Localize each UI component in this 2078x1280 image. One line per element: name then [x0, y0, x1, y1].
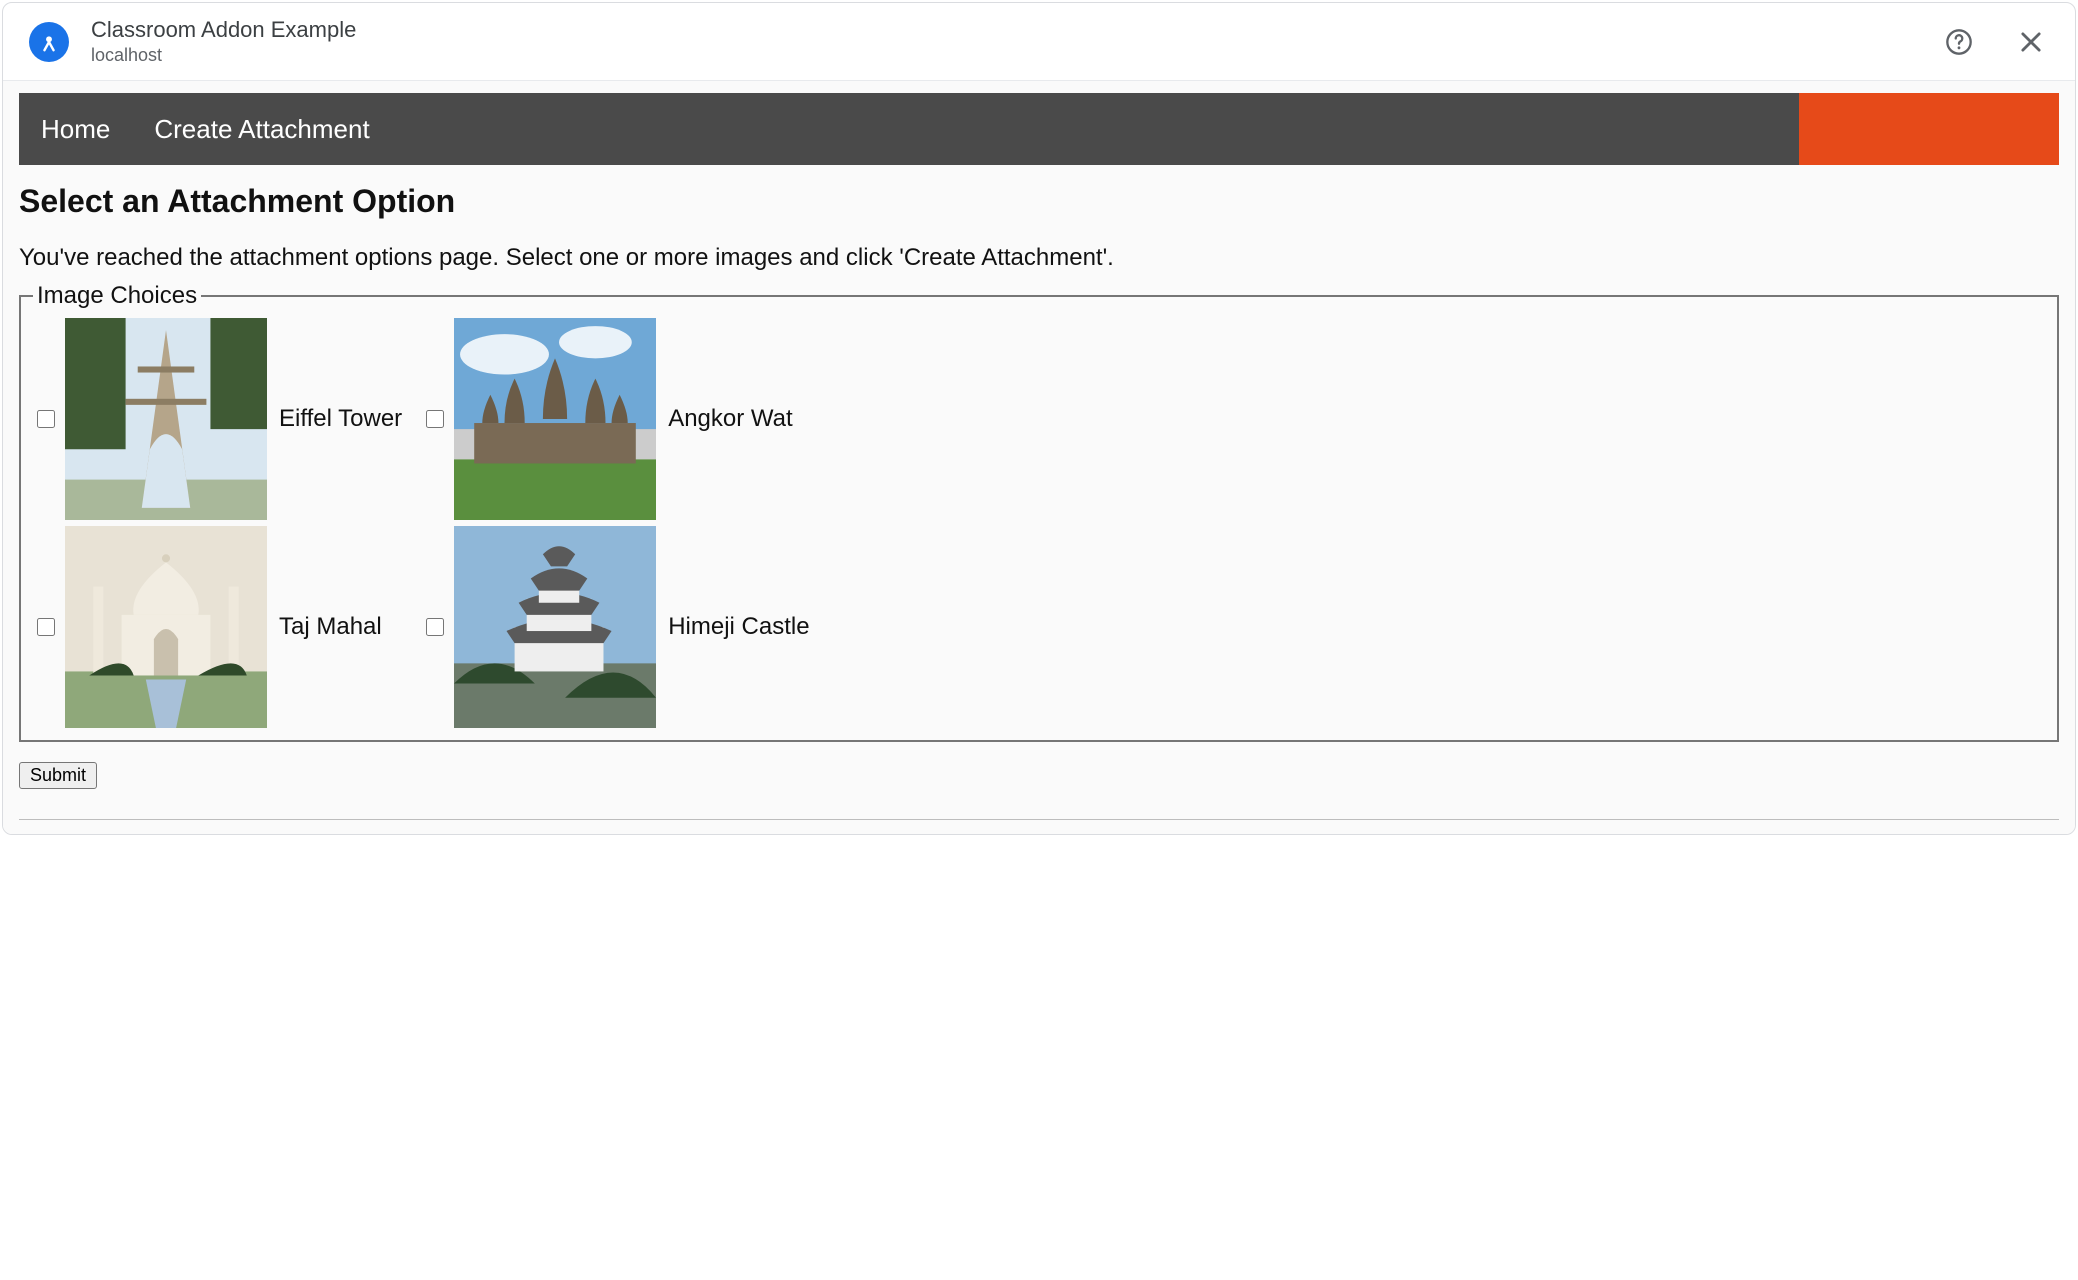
addon-dialog: Classroom Addon Example localhost Home [2, 2, 2076, 835]
help-button[interactable] [1941, 24, 1977, 60]
choice-eiffel-tower[interactable]: Eiffel Tower [33, 318, 402, 520]
choice-label: Taj Mahal [279, 613, 382, 641]
nav-left: Home Create Attachment [19, 93, 392, 165]
nav-create-attachment[interactable]: Create Attachment [132, 93, 391, 165]
page-title: Select an Attachment Option [19, 183, 2059, 220]
app-title: Classroom Addon Example [91, 17, 1941, 43]
dialog-header: Classroom Addon Example localhost [3, 3, 2075, 81]
thumbnail-taj-mahal [65, 526, 267, 728]
checkbox-taj-mahal[interactable] [37, 618, 55, 636]
close-icon [2017, 28, 2045, 56]
thumbnail-himeji-castle [454, 526, 656, 728]
choice-label: Angkor Wat [668, 405, 793, 433]
choice-taj-mahal[interactable]: Taj Mahal [33, 526, 402, 728]
app-icon [29, 22, 69, 62]
app-subtitle: localhost [91, 45, 1941, 66]
choice-himeji-castle[interactable]: Himeji Castle [422, 526, 809, 728]
image-choices-fieldset: Image Choices [19, 282, 2059, 742]
choice-angkor-wat[interactable]: Angkor Wat [422, 318, 809, 520]
header-text: Classroom Addon Example localhost [91, 17, 1941, 66]
choices-grid: Eiffel Tower [33, 318, 2045, 728]
thumbnail-angkor-wat [454, 318, 656, 520]
fieldset-legend: Image Choices [33, 282, 201, 310]
nav-accent [1799, 93, 2059, 165]
page-description: You've reached the attachment options pa… [19, 244, 2059, 272]
choice-label: Himeji Castle [668, 613, 809, 641]
navbar: Home Create Attachment [19, 93, 2059, 165]
nav-home[interactable]: Home [19, 93, 132, 165]
thumbnail-eiffel-tower [65, 318, 267, 520]
choice-label: Eiffel Tower [279, 405, 402, 433]
checkbox-himeji-castle[interactable] [426, 618, 444, 636]
help-icon [1945, 28, 1973, 56]
nav-spacer [392, 93, 1799, 165]
checkbox-eiffel-tower[interactable] [37, 410, 55, 428]
close-button[interactable] [2013, 24, 2049, 60]
divider [19, 819, 2059, 820]
checkbox-angkor-wat[interactable] [426, 410, 444, 428]
header-actions [1941, 24, 2049, 60]
dialog-body: Home Create Attachment Select an Attachm… [3, 81, 2075, 834]
submit-button[interactable]: Submit [19, 762, 97, 789]
